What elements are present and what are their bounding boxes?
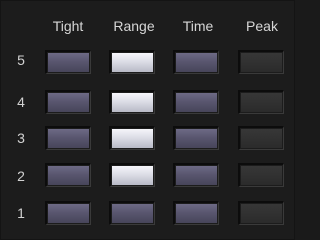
button-range-5[interactable] [109, 50, 155, 74]
button-peak-5[interactable] [238, 50, 284, 74]
button-range-1[interactable] [109, 201, 155, 225]
button-peak-4[interactable] [238, 90, 284, 114]
column-header-tight: Tight [52, 18, 84, 34]
button-time-5[interactable] [173, 50, 219, 74]
row-label-2: 2 [17, 168, 25, 184]
column-header-time: Time [182, 18, 214, 34]
button-tight-1[interactable] [45, 201, 91, 225]
column-header-range: Range [113, 18, 155, 34]
button-peak-3[interactable] [238, 126, 284, 150]
button-peak-1[interactable] [238, 201, 284, 225]
button-time-3[interactable] [173, 126, 219, 150]
row-label-5: 5 [17, 52, 25, 68]
button-tight-5[interactable] [45, 50, 91, 74]
button-time-4[interactable] [173, 90, 219, 114]
band-matrix-panel: Tight Range Time Peak 5 4 3 2 1 [0, 0, 295, 240]
button-range-2[interactable] [109, 163, 155, 187]
button-range-4[interactable] [109, 90, 155, 114]
button-range-3[interactable] [109, 126, 155, 150]
row-label-1: 1 [17, 205, 25, 221]
button-tight-2[interactable] [45, 163, 91, 187]
button-tight-4[interactable] [45, 90, 91, 114]
button-tight-3[interactable] [45, 126, 91, 150]
button-time-2[interactable] [173, 163, 219, 187]
button-peak-2[interactable] [238, 163, 284, 187]
button-time-1[interactable] [173, 201, 219, 225]
row-label-3: 3 [17, 130, 25, 146]
column-header-peak: Peak [246, 18, 278, 34]
row-label-4: 4 [17, 94, 25, 110]
